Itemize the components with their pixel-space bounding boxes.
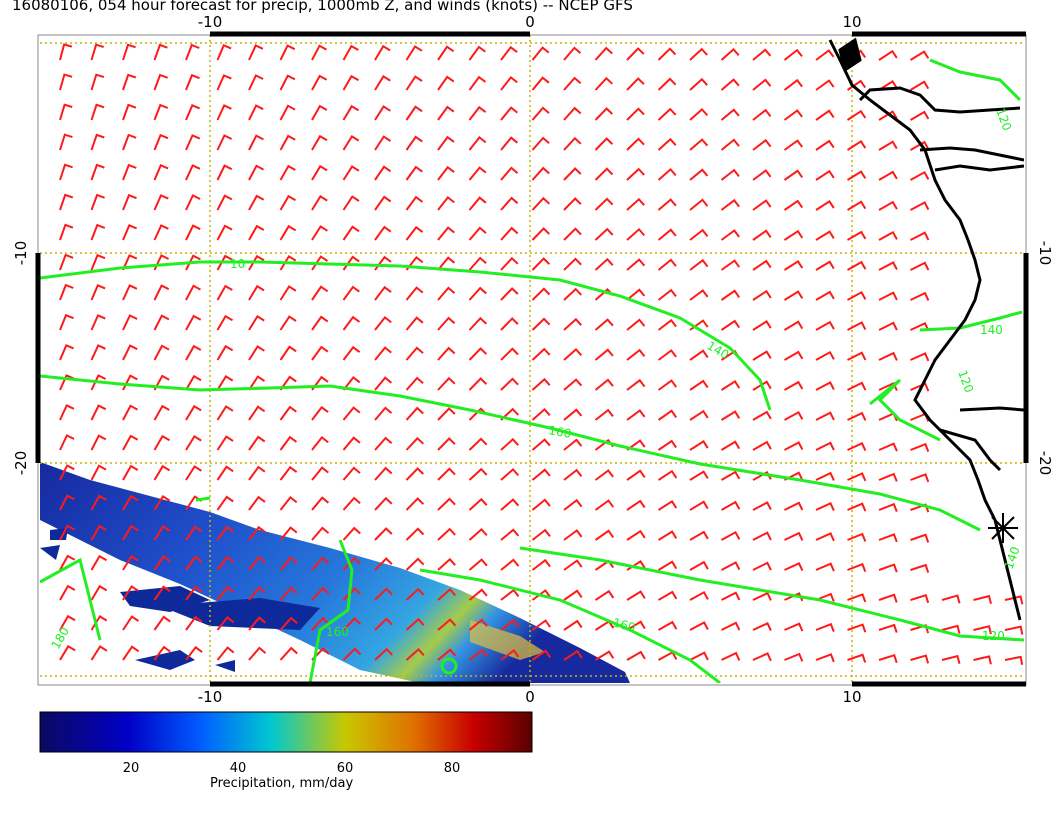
top-tick-label: -10 (198, 13, 223, 31)
left-tick-label: -20 (12, 451, 30, 476)
contour-label: 160 (326, 625, 349, 639)
colorbar-label: Precipitation, mm/day (210, 776, 354, 791)
colorbar-tick: 80 (444, 761, 461, 776)
contour-label: 140 (980, 323, 1003, 337)
colorbar-tick: 60 (337, 761, 354, 776)
top-tick-label: 0 (525, 13, 535, 31)
contour-label: 120 (982, 629, 1005, 643)
map-title: 16080106, 054 hour forecast for precip, … (12, 0, 633, 14)
right-tick-label: -20 (1036, 451, 1054, 476)
bottom-tick-label: 10 (842, 688, 861, 706)
bottom-tick-label: 0 (525, 688, 535, 706)
contour-label: 10 (230, 257, 245, 271)
station-marker-icon (988, 513, 1018, 543)
right-tick-label: -10 (1036, 241, 1054, 266)
colorbar-tick: 40 (230, 761, 247, 776)
left-tick-label: -10 (12, 241, 30, 266)
colorbar-tick: 20 (123, 761, 140, 776)
weather-map: 120 10 140 140 120 160 160 180 140 120 1… (12, 13, 1054, 776)
top-tick-label: 10 (842, 13, 861, 31)
colorbar (39, 711, 533, 753)
bottom-tick-label: -10 (198, 688, 223, 706)
